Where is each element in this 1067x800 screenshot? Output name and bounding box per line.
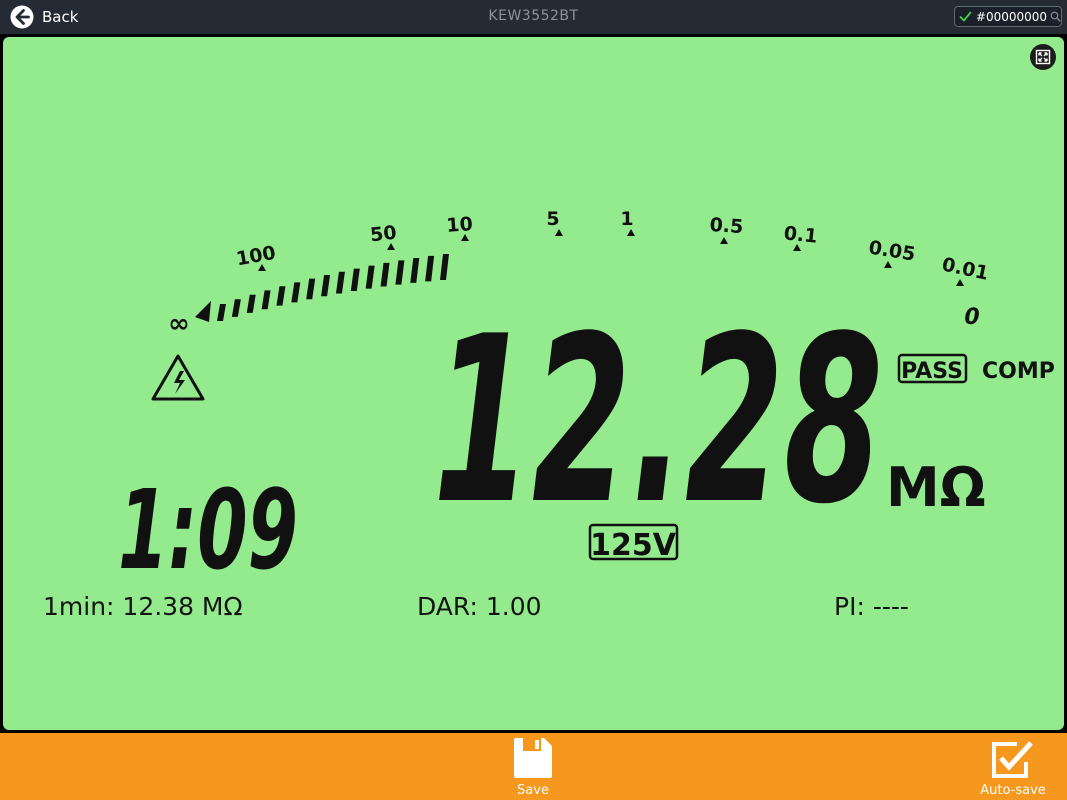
timer-display: 1:09 bbox=[118, 466, 298, 594]
scale-label: 0.01 bbox=[940, 253, 990, 284]
save-label: Save bbox=[517, 783, 549, 798]
bar-graph-segment bbox=[217, 304, 226, 321]
fullscreen-toggle-button[interactable] bbox=[1030, 44, 1056, 70]
auto-save-checkbox-icon bbox=[992, 741, 1033, 778]
pass-indicator: PASS bbox=[901, 359, 963, 384]
bar-graph-segment bbox=[291, 282, 301, 303]
save-button[interactable]: Save bbox=[503, 736, 563, 798]
scale-label: 1 bbox=[620, 208, 633, 230]
dar-reading: DAR: 1.00 bbox=[417, 592, 542, 621]
main-reading-value: 12.28 bbox=[433, 288, 883, 555]
bar-graph-segment bbox=[261, 290, 271, 310]
scale-label: 10 bbox=[446, 213, 474, 237]
one-minute-reading: 1min: 12.38 MΩ bbox=[43, 592, 243, 621]
bar-graph-segment bbox=[306, 278, 316, 300]
unit-label: MΩ bbox=[886, 456, 986, 519]
scale-label: 5 bbox=[546, 208, 559, 230]
scale-label: 100 bbox=[235, 242, 278, 271]
bar-graph-segment bbox=[380, 262, 390, 287]
scale-label: 0 bbox=[964, 305, 979, 330]
scale-label: 0.05 bbox=[867, 237, 917, 266]
voltage-indicator: 125V bbox=[590, 528, 677, 563]
fullscreen-icon bbox=[1035, 49, 1051, 65]
bar-graph-segment bbox=[425, 255, 435, 282]
bar-graph-segment bbox=[365, 265, 375, 289]
comp-indicator: COMP bbox=[982, 359, 1055, 384]
bar-graph-segment bbox=[321, 275, 331, 297]
bar-graph-segment bbox=[246, 294, 256, 313]
high-voltage-warning-icon bbox=[151, 354, 205, 401]
bar-graph-segment bbox=[395, 260, 405, 285]
bar-graph-segment bbox=[440, 254, 449, 280]
scale-label: 0.5 bbox=[709, 214, 744, 238]
infinity-symbol: ∞ bbox=[168, 309, 190, 339]
bar-graph-arrow bbox=[195, 301, 211, 322]
bar-graph-segment bbox=[335, 271, 345, 294]
auto-save-label: Auto-save bbox=[980, 783, 1046, 798]
bar-graph-segment bbox=[276, 286, 286, 306]
bar-graph-segment bbox=[350, 268, 360, 291]
pi-reading: PI: ---- bbox=[834, 592, 909, 621]
bar-graph-segment bbox=[231, 299, 241, 317]
floppy-disk-icon bbox=[514, 738, 552, 778]
lcd-graphics: 100 50 10 5 1 0.5 0.1 0.05 0.01 0 ∞ 12.2… bbox=[118, 208, 1055, 594]
bar-graph-segment bbox=[410, 258, 420, 283]
scale-label: 0.1 bbox=[783, 222, 819, 247]
scale-label: 50 bbox=[369, 222, 398, 247]
scale-tick-markers bbox=[258, 229, 964, 286]
auto-save-button[interactable]: Auto-save bbox=[968, 736, 1058, 798]
